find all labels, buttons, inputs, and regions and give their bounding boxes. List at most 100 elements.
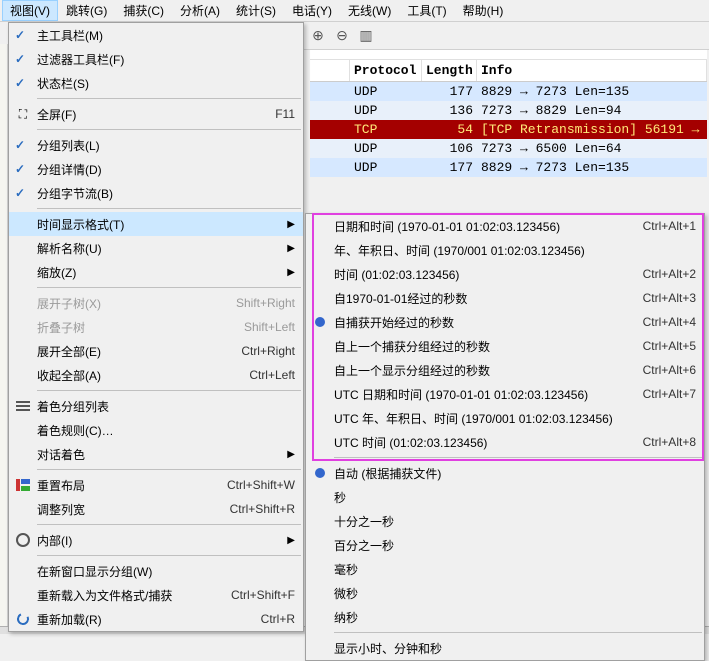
menu-separator — [37, 287, 301, 288]
tm-microseconds[interactable]: 微秒 — [306, 581, 704, 605]
colorize-icon — [15, 398, 31, 414]
check-icon: ✓ — [15, 186, 25, 200]
mi-conversation-color[interactable]: 对话着色▶ — [9, 442, 303, 466]
tm-since-prev-cap[interactable]: 自上一个捕获分组经过的秒数Ctrl+Alt+5 — [306, 334, 704, 358]
tm-time[interactable]: 时间 (01:02:03.123456)Ctrl+Alt+2 — [306, 262, 704, 286]
tm-utc-year-doy[interactable]: UTC 年、年积日、时间 (1970/001 01:02:03.123456) — [306, 406, 704, 430]
tm-deciseconds[interactable]: 十分之一秒 — [306, 509, 704, 533]
mi-zoom[interactable]: 缩放(Z)▶ — [9, 260, 303, 284]
menu-view[interactable]: 视图(V) — [2, 0, 58, 21]
mi-reset-layout[interactable]: 重置布局Ctrl+Shift+W — [9, 473, 303, 497]
mi-show-new-window[interactable]: 在新窗口显示分组(W) — [9, 559, 303, 583]
packet-row[interactable]: UDP1367273 → 8829 Len=94 — [310, 101, 707, 120]
mi-status-bar[interactable]: ✓状态栏(S) — [9, 71, 303, 95]
cell-length: 177 — [422, 160, 477, 175]
cell-protocol: UDP — [350, 141, 422, 156]
cell-info: 8829 → 7273 Len=135 — [477, 160, 707, 175]
tm-nanoseconds[interactable]: 纳秒 — [306, 605, 704, 629]
mi-packet-list[interactable]: ✓分组列表(L) — [9, 133, 303, 157]
menu-separator — [37, 524, 301, 525]
tm-since-prev-disp[interactable]: 自上一个显示分组经过的秒数Ctrl+Alt+6 — [306, 358, 704, 382]
menu-statistics[interactable]: 统计(S) — [228, 0, 284, 21]
col-protocol[interactable]: Protocol — [350, 60, 422, 81]
mi-packet-bytes[interactable]: ✓分组字节流(B) — [9, 181, 303, 205]
col-length[interactable]: Length — [422, 60, 477, 81]
menu-help[interactable]: 帮助(H) — [455, 0, 512, 21]
mi-reload[interactable]: 重新加载(R)Ctrl+R — [9, 607, 303, 631]
menu-separator — [37, 555, 301, 556]
tm-display-hms[interactable]: 显示小时、分钟和秒 — [306, 636, 704, 660]
tm-seconds[interactable]: 秒 — [306, 485, 704, 509]
submenu-arrow-icon: ▶ — [287, 219, 295, 230]
mi-internals[interactable]: 内部(I)▶ — [9, 528, 303, 552]
tm-since-epoch[interactable]: 自1970-01-01经过的秒数Ctrl+Alt+3 — [306, 286, 704, 310]
packet-row[interactable]: UDP1778829 → 7273 Len=135 — [310, 158, 707, 177]
zoom-reset-icon[interactable]: ▥ — [358, 28, 374, 44]
menu-separator — [334, 632, 702, 633]
mi-resolve-names[interactable]: 解析名称(U)▶ — [9, 236, 303, 260]
gear-icon — [15, 532, 31, 548]
packet-row[interactable]: UDP1067273 → 6500 Len=64 — [310, 139, 707, 158]
check-icon: ✓ — [15, 138, 25, 152]
submenu-arrow-icon: ▶ — [287, 267, 295, 278]
tm-date-time[interactable]: 日期和时间 (1970-01-01 01:02:03.123456)Ctrl+A… — [306, 214, 704, 238]
check-icon: ✓ — [15, 76, 25, 90]
menu-analyze[interactable]: 分析(A) — [172, 0, 228, 21]
mi-collapse-all[interactable]: 收起全部(A)Ctrl+Left — [9, 363, 303, 387]
tm-utc-time[interactable]: UTC 时间 (01:02:03.123456)Ctrl+Alt+8 — [306, 430, 704, 454]
submenu-arrow-icon: ▶ — [287, 243, 295, 254]
check-icon: ✓ — [15, 52, 25, 66]
submenu-arrow-icon: ▶ — [287, 535, 295, 546]
packet-row[interactable]: UDP1778829 → 7273 Len=135 — [310, 82, 707, 101]
menu-tools[interactable]: 工具(T) — [399, 0, 454, 21]
check-icon: ✓ — [15, 28, 25, 42]
menu-telephony[interactable]: 电话(Y) — [284, 0, 340, 21]
mi-expand-all[interactable]: 展开全部(E)Ctrl+Right — [9, 339, 303, 363]
cell-protocol: UDP — [350, 84, 422, 99]
mi-reload-as[interactable]: 重新载入为文件格式/捕获Ctrl+Shift+F — [9, 583, 303, 607]
mi-fullscreen[interactable]: ⛶全屏(F)F11 — [9, 102, 303, 126]
menu-separator — [37, 469, 301, 470]
mi-colorize-list[interactable]: 着色分组列表 — [9, 394, 303, 418]
fullscreen-icon: ⛶ — [15, 106, 31, 122]
cell-info: [TCP Retransmission] 56191 → 443 — [477, 122, 707, 137]
zoom-out-icon[interactable]: ⊖ — [334, 28, 350, 44]
menu-capture[interactable]: 捕获(C) — [115, 0, 172, 21]
tm-year-doy[interactable]: 年、年积日、时间 (1970/001 01:02:03.123456) — [306, 238, 704, 262]
left-gutter — [0, 44, 8, 634]
cell-info: 8829 → 7273 Len=135 — [477, 84, 707, 99]
menu-separator — [37, 208, 301, 209]
menu-separator — [37, 98, 301, 99]
time-format-submenu: 日期和时间 (1970-01-01 01:02:03.123456)Ctrl+A… — [305, 213, 705, 661]
packet-list[interactable]: Protocol Length Info UDP1778829 → 7273 L… — [310, 50, 707, 177]
mi-coloring-rules[interactable]: 着色规则(C)… — [9, 418, 303, 442]
cell-protocol: UDP — [350, 160, 422, 175]
mi-main-toolbar[interactable]: ✓主工具栏(M) — [9, 23, 303, 47]
view-dropdown: ✓主工具栏(M) ✓过滤器工具栏(F) ✓状态栏(S) ⛶全屏(F)F11 ✓分… — [8, 22, 304, 632]
col-info[interactable]: Info — [477, 60, 707, 81]
cell-info: 7273 → 6500 Len=64 — [477, 141, 707, 156]
tm-since-capture[interactable]: 自捕获开始经过的秒数Ctrl+Alt+4 — [306, 310, 704, 334]
reload-icon — [15, 611, 31, 627]
menu-goto[interactable]: 跳转(G) — [58, 0, 115, 21]
mi-time-format[interactable]: 时间显示格式(T)▶ — [9, 212, 303, 236]
tm-auto[interactable]: 自动 (根据捕获文件) — [306, 461, 704, 485]
menu-wireless[interactable]: 无线(W) — [340, 0, 399, 21]
mi-resize-cols[interactable]: 调整列宽Ctrl+Shift+R — [9, 497, 303, 521]
tm-utc-date-time[interactable]: UTC 日期和时间 (1970-01-01 01:02:03.123456)Ct… — [306, 382, 704, 406]
mi-packet-details[interactable]: ✓分组详情(D) — [9, 157, 303, 181]
radio-selected-icon — [312, 314, 328, 330]
submenu-arrow-icon: ▶ — [287, 449, 295, 460]
menu-separator — [37, 390, 301, 391]
tm-centiseconds[interactable]: 百分之一秒 — [306, 533, 704, 557]
tm-milliseconds[interactable]: 毫秒 — [306, 557, 704, 581]
cell-length: 177 — [422, 84, 477, 99]
layout-icon — [15, 477, 31, 493]
radio-selected-icon — [312, 465, 328, 481]
packet-header: Protocol Length Info — [310, 60, 707, 82]
packet-row[interactable]: TCP54[TCP Retransmission] 56191 → 443 — [310, 120, 707, 139]
zoom-in-icon[interactable]: ⊕ — [310, 28, 326, 44]
menubar: 视图(V) 跳转(G) 捕获(C) 分析(A) 统计(S) 电话(Y) 无线(W… — [0, 0, 709, 22]
cell-length: 54 — [422, 122, 477, 137]
mi-filter-toolbar[interactable]: ✓过滤器工具栏(F) — [9, 47, 303, 71]
